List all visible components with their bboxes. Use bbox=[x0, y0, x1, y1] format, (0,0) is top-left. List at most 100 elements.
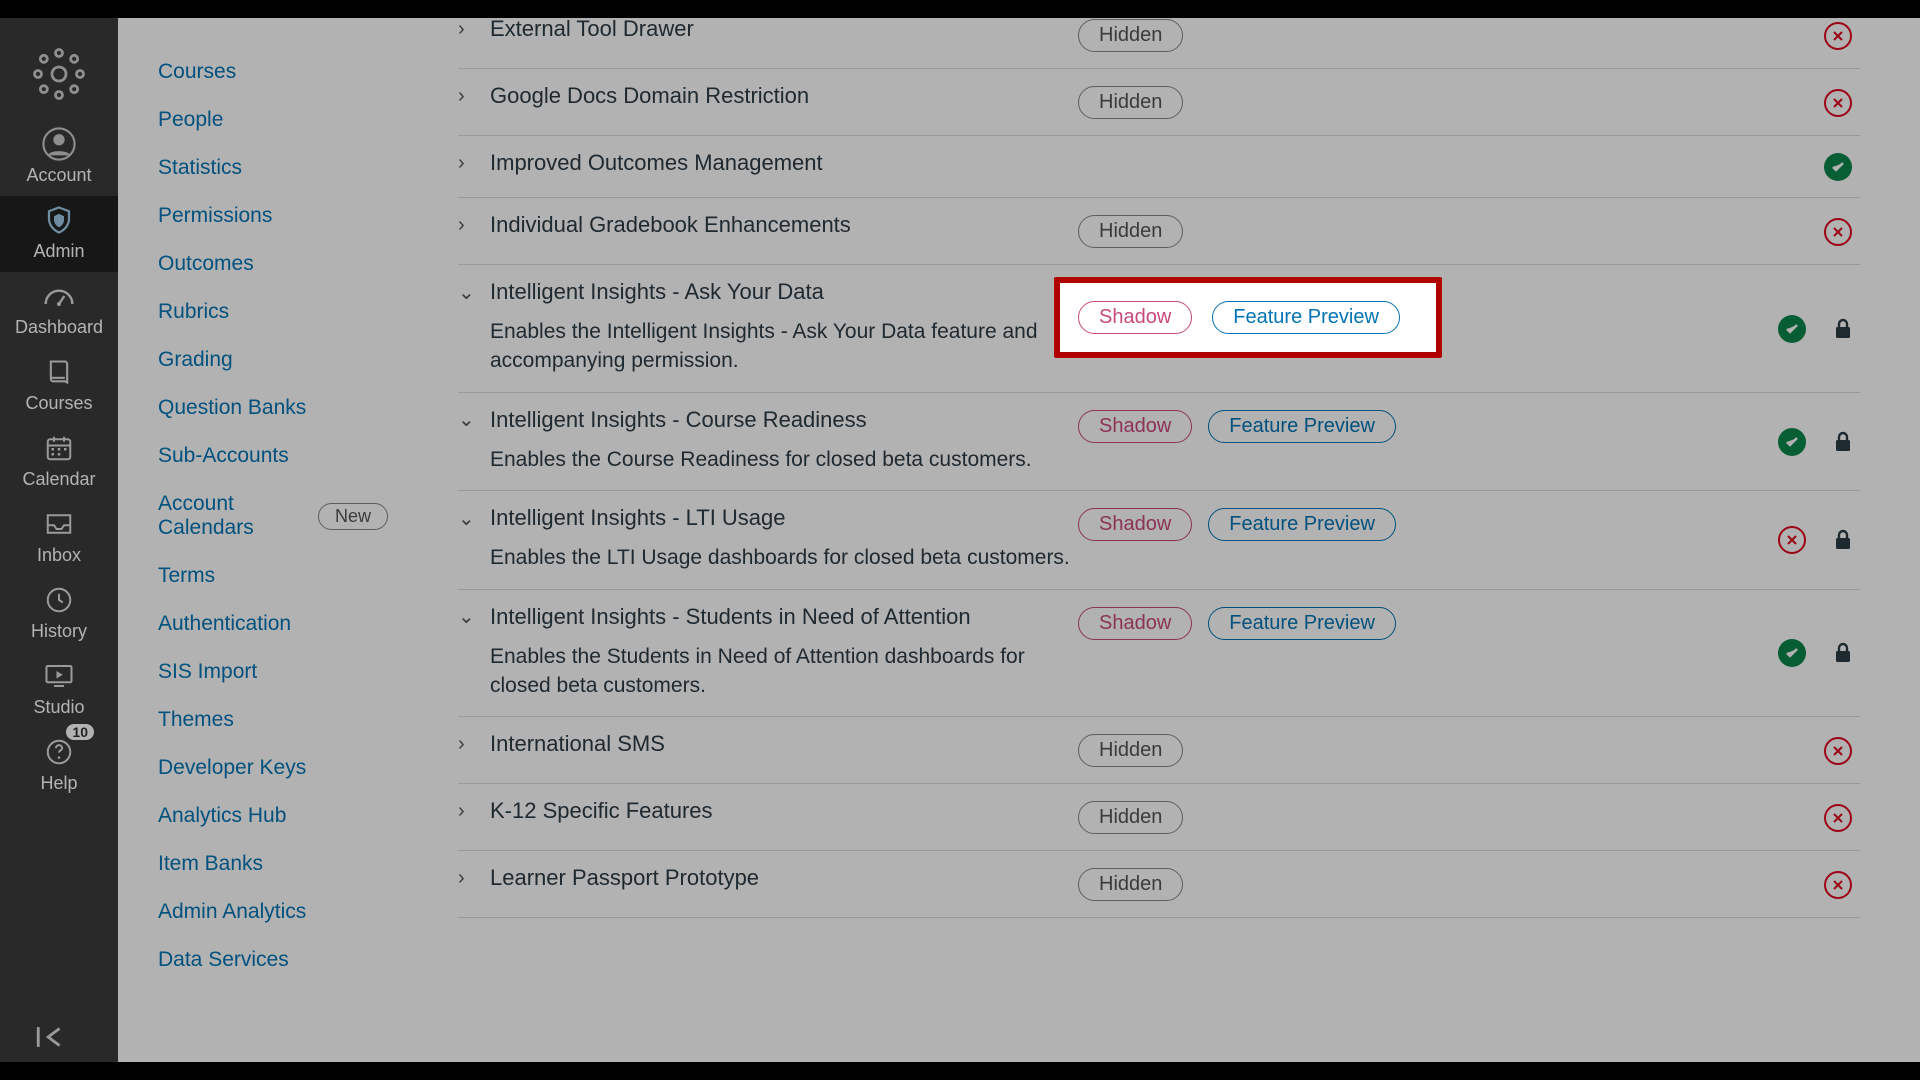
subnav-rubrics[interactable]: Rubrics bbox=[158, 300, 388, 324]
highlight-callout: ShadowFeature Preview bbox=[1054, 277, 1442, 358]
nav-history[interactable]: History bbox=[0, 576, 118, 652]
shadow-pill: Shadow bbox=[1078, 301, 1192, 334]
feature-row: ⌄Intelligent Insights - Students in Need… bbox=[458, 590, 1860, 718]
status-disabled-icon[interactable] bbox=[1824, 737, 1852, 765]
preview-pill: Feature Preview bbox=[1208, 410, 1396, 443]
chevron-down-icon: ⌄ bbox=[458, 407, 476, 432]
subnav-admin-analytics[interactable]: Admin Analytics bbox=[158, 900, 388, 924]
inbox-icon bbox=[41, 506, 77, 542]
subnav-courses[interactable]: Courses bbox=[158, 60, 388, 84]
feature-toggle-header[interactable]: › Individual Gradebook Enhancements bbox=[458, 212, 1078, 238]
feature-row: ›Google Docs Domain RestrictionHidden bbox=[458, 69, 1860, 136]
subnav-developer-keys[interactable]: Developer Keys bbox=[158, 756, 388, 780]
new-badge: New bbox=[318, 503, 388, 530]
nav-studio[interactable]: Studio bbox=[0, 652, 118, 728]
nav-label: Help bbox=[40, 773, 77, 794]
chevron-down-icon: ⌄ bbox=[458, 280, 476, 305]
nav-label: Dashboard bbox=[15, 317, 103, 338]
subnav-people[interactable]: People bbox=[158, 108, 388, 132]
lock-icon bbox=[1834, 529, 1852, 551]
help-badge: 10 bbox=[66, 724, 94, 740]
nav-dashboard[interactable]: Dashboard bbox=[0, 272, 118, 348]
feature-title: Learner Passport Prototype bbox=[490, 865, 759, 891]
subnav-statistics[interactable]: Statistics bbox=[158, 156, 388, 180]
hidden-pill: Hidden bbox=[1078, 86, 1183, 119]
feature-toggle-header[interactable]: ›Google Docs Domain Restriction bbox=[458, 83, 1078, 109]
feature-description: Enables the Students in Need of Attentio… bbox=[490, 642, 1070, 701]
nav-label: History bbox=[31, 621, 87, 642]
nav-inbox[interactable]: Inbox bbox=[0, 500, 118, 576]
subnav-sub-accounts[interactable]: Sub-Accounts bbox=[158, 444, 388, 468]
gauge-icon bbox=[41, 278, 77, 314]
subnav-themes[interactable]: Themes bbox=[158, 708, 388, 732]
nav-account[interactable]: Account bbox=[0, 120, 118, 196]
subnav-question-banks[interactable]: Question Banks bbox=[158, 396, 388, 420]
hidden-pill: Hidden bbox=[1078, 19, 1183, 52]
feature-description: Enables the Intelligent Insights - Ask Y… bbox=[490, 317, 1070, 376]
feature-title: External Tool Drawer bbox=[490, 16, 694, 42]
lock-icon bbox=[1834, 431, 1852, 453]
feature-title: Individual Gradebook Enhancements bbox=[490, 212, 851, 238]
window-letterbox-bottom bbox=[0, 1062, 1920, 1080]
shadow-pill: Shadow bbox=[1078, 607, 1192, 640]
shadow-pill: Shadow bbox=[1078, 508, 1192, 541]
feature-toggle-header[interactable]: › External Tool Drawer bbox=[458, 16, 1078, 42]
feature-toggle-header[interactable]: › Learner Passport Prototype bbox=[458, 865, 1078, 891]
feature-toggle-header[interactable]: ⌄Intelligent Insights - Ask Your Data bbox=[458, 279, 1078, 305]
nav-calendar[interactable]: Calendar bbox=[0, 424, 118, 500]
hidden-pill: Hidden bbox=[1078, 868, 1183, 901]
feature-description: Enables the LTI Usage dashboards for clo… bbox=[490, 543, 1070, 572]
nav-label: Inbox bbox=[37, 545, 81, 566]
subnav-account-calendars[interactable]: Account Calendars bbox=[158, 492, 300, 540]
status-disabled-icon[interactable] bbox=[1824, 871, 1852, 899]
shadow-pill: Shadow bbox=[1078, 410, 1192, 443]
nav-label: Courses bbox=[25, 393, 92, 414]
nav-admin[interactable]: Admin bbox=[0, 196, 118, 272]
chevron-right-icon: › bbox=[458, 867, 476, 890]
feature-toggle-header[interactable]: ›International SMS bbox=[458, 731, 1078, 757]
feature-toggle-header[interactable]: ›K-12 Specific Features bbox=[458, 798, 1078, 824]
chevron-right-icon: › bbox=[458, 18, 476, 41]
nav-help[interactable]: 10 Help bbox=[0, 728, 118, 804]
calendar-icon bbox=[41, 430, 77, 466]
chevron-right-icon: › bbox=[458, 152, 476, 175]
feature-row: ⌄Intelligent Insights - Ask Your Data Ena… bbox=[458, 265, 1860, 393]
subnav-analytics-hub[interactable]: Analytics Hub bbox=[158, 804, 388, 828]
chevron-right-icon: › bbox=[458, 800, 476, 823]
subnav-sis-import[interactable]: SIS Import bbox=[158, 660, 388, 684]
subnav-permissions[interactable]: Permissions bbox=[158, 204, 388, 228]
status-disabled-icon[interactable] bbox=[1824, 22, 1852, 50]
status-disabled-icon[interactable] bbox=[1824, 89, 1852, 117]
account-sub-nav: Courses People Statistics Permissions Ou… bbox=[118, 18, 388, 1062]
feature-row: ›Individual Gradebook EnhancementsHidden bbox=[458, 198, 1860, 265]
status-enabled-icon[interactable] bbox=[1824, 153, 1852, 181]
status-disabled-icon[interactable] bbox=[1824, 218, 1852, 246]
subnav-grading[interactable]: Grading bbox=[158, 348, 388, 372]
subnav-terms[interactable]: Terms bbox=[158, 564, 388, 588]
feature-toggle-header[interactable]: ⌄Intelligent Insights - LTI Usage bbox=[458, 505, 1078, 531]
status-enabled-icon[interactable] bbox=[1778, 428, 1806, 456]
feature-toggle-header[interactable]: ⌄Intelligent Insights - Course Readiness bbox=[458, 407, 1078, 433]
nav-label: Account bbox=[26, 165, 91, 186]
subnav-authentication[interactable]: Authentication bbox=[158, 612, 388, 636]
chevron-right-icon: › bbox=[458, 214, 476, 237]
hidden-pill: Hidden bbox=[1078, 801, 1183, 834]
nav-label: Studio bbox=[33, 697, 84, 718]
feature-toggle-header[interactable]: › Improved Outcomes Management bbox=[458, 150, 1078, 176]
monitor-icon bbox=[41, 658, 77, 694]
status-enabled-icon[interactable] bbox=[1778, 315, 1806, 343]
status-disabled-icon[interactable] bbox=[1824, 804, 1852, 832]
subnav-outcomes[interactable]: Outcomes bbox=[158, 252, 388, 276]
collapse-nav-button[interactable] bbox=[0, 1024, 118, 1050]
status-disabled-icon[interactable] bbox=[1778, 526, 1806, 554]
chevron-down-icon: ⌄ bbox=[458, 506, 476, 531]
feature-title: Improved Outcomes Management bbox=[490, 150, 823, 176]
feature-toggle-header[interactable]: ⌄Intelligent Insights - Students in Need… bbox=[458, 604, 1078, 630]
subnav-item-banks[interactable]: Item Banks bbox=[158, 852, 388, 876]
canvas-logo-icon[interactable] bbox=[31, 46, 87, 102]
nav-courses[interactable]: Courses bbox=[0, 348, 118, 424]
clock-icon bbox=[41, 582, 77, 618]
status-enabled-icon[interactable] bbox=[1778, 639, 1806, 667]
feature-row: › Learner Passport Prototype Hidden bbox=[458, 851, 1860, 918]
subnav-data-services[interactable]: Data Services bbox=[158, 948, 388, 972]
